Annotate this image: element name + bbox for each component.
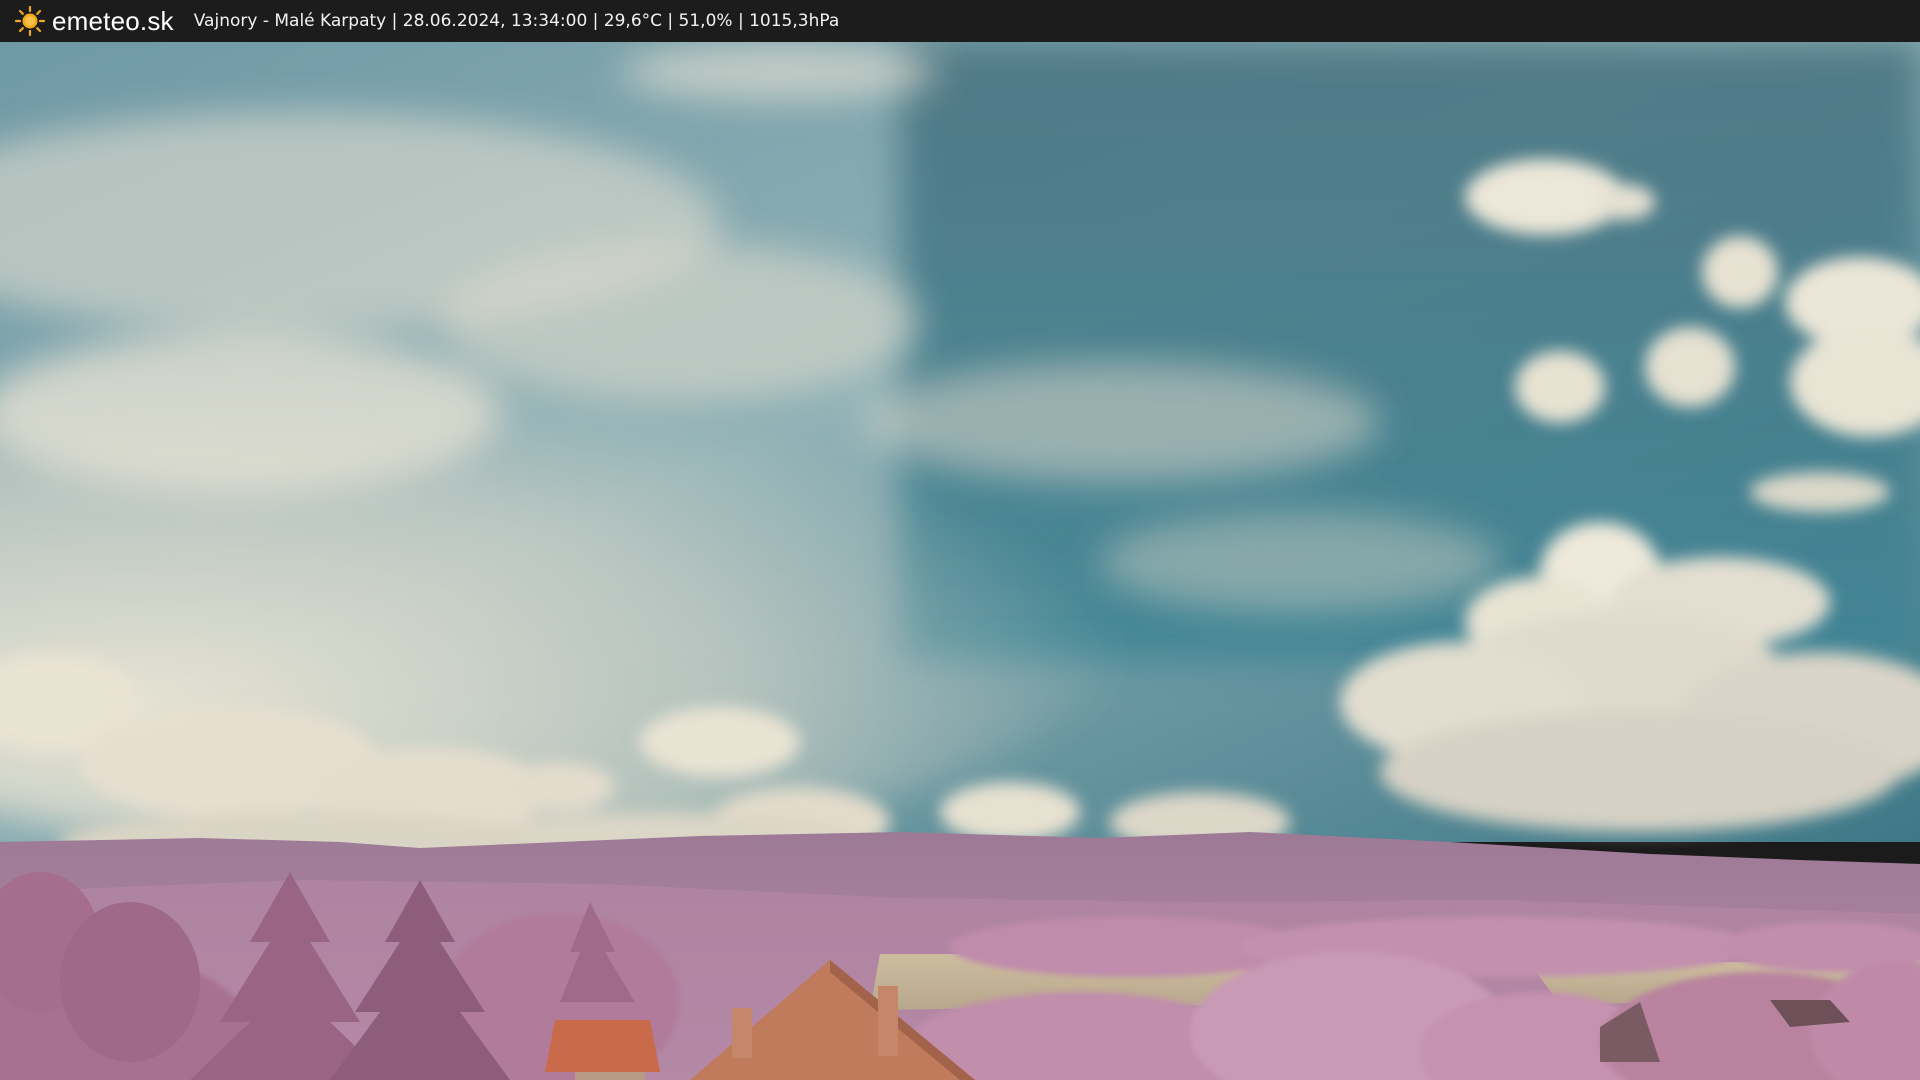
webcam-image [0,42,1920,1080]
webcam-view: emeteo.sk Vajnory - Malé Karpaty | 28.06… [0,0,1920,1080]
sun-icon [14,5,46,37]
webcam-caption: Vajnory - Malé Karpaty | 28.06.2024, 13:… [193,11,840,31]
header-bar: emeteo.sk Vajnory - Malé Karpaty | 28.06… [0,0,1920,42]
site-logo-text[interactable]: emeteo.sk [52,0,174,42]
